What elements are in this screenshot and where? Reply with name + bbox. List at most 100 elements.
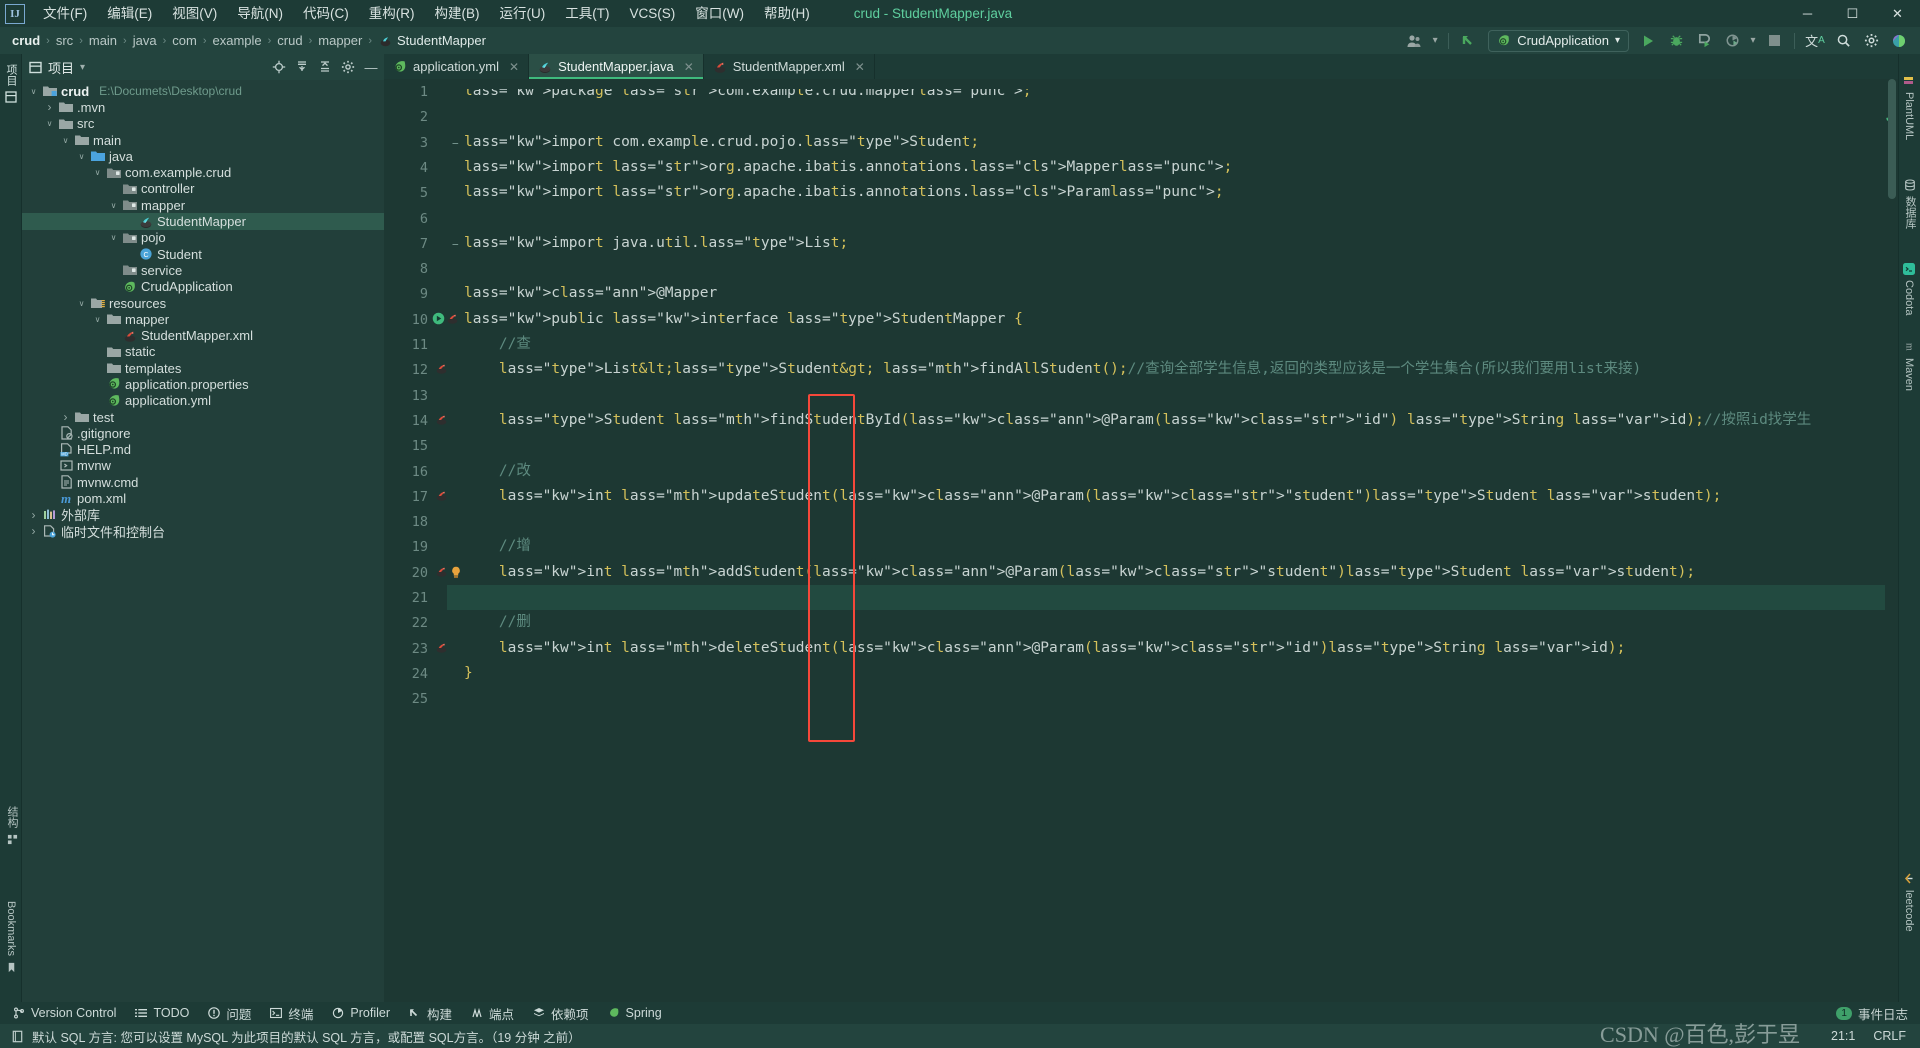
caret-position[interactable]: 21:1: [1831, 1029, 1855, 1043]
chevron-down-icon[interactable]: ∨: [92, 315, 103, 324]
tool-button-database[interactable]: 数据库: [1902, 172, 1918, 235]
tree-item-main[interactable]: ∨ main: [22, 132, 384, 148]
tree-item-crud[interactable]: ∨ crud E:\Documets\Desktop\crud: [22, 83, 384, 99]
tool-button-leetcode[interactable]: leetcode: [1902, 866, 1916, 938]
tool-button-project[interactable]: 项目: [3, 58, 19, 110]
chevron-down-icon[interactable]: ∨: [76, 152, 87, 161]
close-icon[interactable]: ✕: [855, 60, 865, 74]
tool-button-version-control[interactable]: Version Control: [12, 1006, 116, 1020]
tree-item-static[interactable]: static: [22, 344, 384, 360]
menu-item-edit[interactable]: 编辑(E): [97, 0, 162, 27]
chevron-down-icon[interactable]: ∨: [108, 233, 119, 242]
menu-item-tools[interactable]: 工具(T): [555, 0, 619, 27]
breadcrumb-item-file[interactable]: StudentMapper: [374, 33, 490, 48]
editor-scrollbar[interactable]: ✓: [1884, 79, 1898, 1002]
tree-item-mvn[interactable]: › .mvn: [22, 99, 384, 115]
close-button[interactable]: ✕: [1875, 0, 1920, 27]
tree-item-pom-xml[interactable]: m pom.xml: [22, 490, 384, 507]
code-line[interactable]: lass="kw">class="ann">@Mapper: [464, 281, 717, 306]
code-line[interactable]: lass="kw">import lass="str">org.apache.i…: [464, 155, 1232, 180]
tree-item-src[interactable]: ∨ src: [22, 116, 384, 132]
menu-item-help[interactable]: 帮助(H): [754, 0, 820, 27]
tree-item-[interactable]: › 临时文件和控制台: [22, 523, 384, 540]
run-gutter-icon[interactable]: [428, 309, 462, 334]
tool-button-build[interactable]: 构建: [408, 1004, 452, 1023]
tree-item-student[interactable]: C Student: [22, 246, 384, 262]
expand-all-icon[interactable]: [295, 60, 309, 74]
menu-item-file[interactable]: 文件(F): [33, 0, 97, 27]
code-line[interactable]: lass="kw">int lass="mth">updateStudent(l…: [464, 484, 1721, 509]
ide-feature-icon[interactable]: [1886, 29, 1912, 53]
breadcrumb-item-crud[interactable]: crud: [8, 33, 44, 48]
code-editor[interactable]: 1 lass="kw">package lass="str">com.exampl…: [384, 79, 1898, 1002]
tool-button-terminal[interactable]: 终端: [269, 1004, 313, 1023]
settings-icon[interactable]: [1858, 29, 1884, 53]
maximize-button[interactable]: ☐: [1830, 0, 1875, 27]
tool-button-codota[interactable]: Codota: [1902, 256, 1916, 321]
code-line[interactable]: //删: [464, 610, 531, 635]
tool-button-dependencies[interactable]: 依赖项: [532, 1004, 589, 1023]
tree-item-mvnw[interactable]: mvnw: [22, 458, 384, 474]
mybatis-navigate-icon[interactable]: [432, 562, 450, 587]
menu-item-refactor[interactable]: 重构(R): [359, 0, 425, 27]
tree-item-templates[interactable]: templates: [22, 360, 384, 376]
menu-item-build[interactable]: 构建(B): [425, 0, 490, 27]
chevron-right-icon[interactable]: ›: [28, 524, 39, 538]
editor-tab-studentmapper-xml[interactable]: StudentMapper.xml ✕: [704, 54, 875, 79]
menu-item-vcs[interactable]: VCS(S): [620, 0, 686, 27]
run-button[interactable]: [1635, 29, 1661, 53]
tool-button-structure[interactable]: 结构: [4, 800, 20, 852]
run-configuration-selector[interactable]: CrudApplication ▾: [1488, 29, 1629, 52]
menu-item-view[interactable]: 视图(V): [162, 0, 227, 27]
code-line[interactable]: lass="kw">int lass="mth">addStudent(lass…: [464, 560, 1695, 585]
code-line[interactable]: lass="kw">import lass="str">org.apache.i…: [464, 180, 1224, 205]
code-line[interactable]: lass="kw">package lass="str">com.example…: [464, 89, 1032, 104]
menu-item-code[interactable]: 代码(C): [293, 0, 359, 27]
tree-item-test[interactable]: › test: [22, 409, 384, 425]
tree-item-controller[interactable]: controller: [22, 181, 384, 197]
code-line[interactable]: lass="kw">int lass="mth">deleteStudent(l…: [464, 636, 1625, 661]
tree-item-help-md[interactable]: MD HELP.md: [22, 442, 384, 458]
chevron-down-icon[interactable]: ▾: [1429, 29, 1441, 53]
menu-item-window[interactable]: 窗口(W): [685, 0, 754, 27]
editor-tab-application-yml[interactable]: application.yml ✕: [384, 54, 530, 79]
chevron-down-icon[interactable]: ∨: [60, 136, 71, 145]
chevron-down-icon[interactable]: ▾: [1747, 29, 1759, 53]
collapse-all-icon[interactable]: [318, 60, 332, 74]
status-message[interactable]: 默认 SQL 方言: 您可以设置 MySQL 为此项目的默认 SQL 方言，或配…: [32, 1027, 581, 1046]
chevron-down-icon[interactable]: ▾: [80, 62, 85, 73]
update-project-icon[interactable]: [1456, 29, 1482, 53]
tree-item-com-example-crud[interactable]: ∨ com.example.crud: [22, 164, 384, 180]
tree-item-pojo[interactable]: ∨ pojo: [22, 230, 384, 246]
code-line[interactable]: //增: [464, 534, 531, 559]
code-line[interactable]: lass="kw">import java.util.lass="type">L…: [464, 231, 848, 256]
tree-item-[interactable]: › 外部库: [22, 507, 384, 524]
profile-button[interactable]: [1719, 29, 1745, 53]
code-line[interactable]: }: [464, 661, 473, 686]
locate-file-icon[interactable]: [272, 60, 286, 74]
tool-button-spring[interactable]: Spring: [607, 1006, 662, 1020]
tree-item-mapper[interactable]: ∨ mapper: [22, 311, 384, 327]
code-line[interactable]: lass="type">List&lt;lass="type">Student&…: [464, 357, 1641, 382]
chevron-right-icon[interactable]: ›: [28, 508, 39, 522]
code-fold-icon[interactable]: −: [452, 232, 459, 257]
chevron-down-icon[interactable]: ∨: [76, 299, 87, 308]
run-with-coverage-button[interactable]: [1691, 29, 1717, 53]
chevron-down-icon[interactable]: ∨: [92, 168, 103, 177]
menu-item-run[interactable]: 运行(U): [490, 0, 556, 27]
tree-item-studentmapper[interactable]: StudentMapper: [22, 213, 384, 230]
tree-item-application-yml[interactable]: application.yml: [22, 393, 384, 409]
tool-button-plantuml[interactable]: PlantUML: [1902, 68, 1916, 146]
close-icon[interactable]: ✕: [509, 60, 519, 74]
tool-button-problems[interactable]: 问题: [207, 1004, 251, 1023]
tree-item-studentmapper-xml[interactable]: StudentMapper.xml: [22, 327, 384, 343]
tree-item-mapper[interactable]: ∨ mapper: [22, 197, 384, 213]
breadcrumb-item-com[interactable]: com: [168, 33, 201, 48]
chevron-down-icon[interactable]: ∨: [44, 119, 55, 128]
project-tree[interactable]: ∨ crud E:\Documets\Desktop\crud › .mvn ∨ src ∨ m…: [22, 80, 384, 540]
tree-item-application-properties[interactable]: application.properties: [22, 376, 384, 392]
hide-panel-icon[interactable]: —: [364, 60, 378, 75]
chevron-right-icon[interactable]: ›: [44, 100, 55, 114]
tree-item-java[interactable]: ∨ java: [22, 148, 384, 164]
code-line[interactable]: //查: [464, 332, 531, 357]
